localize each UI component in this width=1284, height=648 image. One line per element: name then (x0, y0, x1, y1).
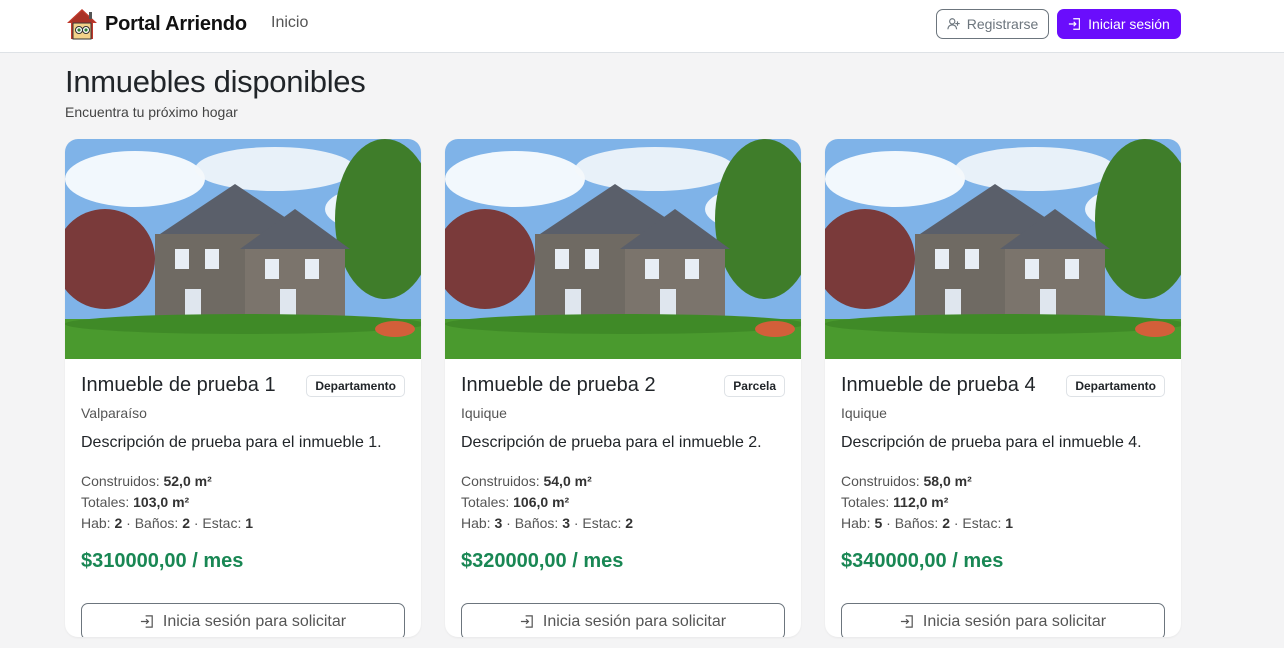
login-label: Iniciar sesión (1088, 16, 1170, 32)
spec-value: 1 (1005, 515, 1014, 531)
property-card: Inmueble de prueba 1 Departamento Valpar… (65, 139, 421, 637)
property-photo (65, 139, 421, 359)
spec-label: Construidos: (81, 473, 164, 489)
spec-construidos: Construidos: 52,0 m² (81, 473, 212, 489)
register-button[interactable]: Registrarse (936, 9, 1049, 39)
property-type-badge: Departamento (306, 375, 405, 397)
nav-link-inicio[interactable]: Inicio (271, 14, 308, 32)
request-button[interactable]: Inicia sesión para solicitar (81, 603, 405, 637)
spec-rooms: Hab: 2 · Baños: 2 · Estac: 1 (81, 515, 253, 531)
spec-construidos: Construidos: 54,0 m² (461, 473, 592, 489)
house-logo-icon (67, 9, 97, 40)
login-icon (1069, 18, 1081, 30)
card-city: Iquique (841, 405, 887, 421)
spec-label: Hab: (461, 515, 495, 531)
spec-value: 58,0 m² (923, 473, 972, 489)
spec-value: 52,0 m² (163, 473, 212, 489)
brand-name: Portal Arriendo (105, 12, 247, 35)
login-icon (520, 615, 533, 628)
spec-totales: Totales: 103,0 m² (81, 494, 189, 510)
navbar: Portal Arriendo Inicio Registrarse Inici… (0, 0, 1284, 53)
spec-value: 3 (562, 515, 570, 531)
spec-label: · Baños: (122, 515, 183, 531)
request-label: Inicia sesión para solicitar (162, 612, 347, 630)
card-price: $340000,00 / mes (841, 550, 1004, 572)
spec-label: Totales: (841, 494, 894, 510)
card-description: Descripción de prueba para el inmueble 1… (81, 434, 382, 451)
property-list: Inmueble de prueba 1 Departamento Valpar… (65, 139, 1181, 637)
spec-value: 1 (245, 515, 254, 531)
spec-value: 54,0 m² (543, 473, 592, 489)
card-description: Descripción de prueba para el inmueble 2… (461, 434, 762, 451)
request-button[interactable]: Inicia sesión para solicitar (461, 603, 785, 637)
spec-label: · Estac: (569, 515, 626, 531)
spec-value: 106,0 m² (513, 494, 570, 510)
brand[interactable]: Portal Arriendo (65, 7, 247, 41)
request-button[interactable]: Inicia sesión para solicitar (841, 603, 1165, 637)
card-city: Valparaíso (81, 405, 147, 421)
spec-label: Totales: (461, 494, 514, 510)
page-subtitle: Encuentra tu próximo hogar (65, 104, 238, 120)
spec-value: 2 (182, 515, 190, 531)
spec-label: · Estac: (189, 515, 246, 531)
property-card: Inmueble de prueba 4 Departamento Iquiqu… (825, 139, 1181, 637)
spec-rooms: Hab: 3 · Baños: 3 · Estac: 2 (461, 515, 633, 531)
register-label: Registrarse (966, 16, 1039, 32)
card-price: $310000,00 / mes (81, 550, 244, 572)
card-price: $320000,00 / mes (461, 550, 624, 572)
spec-value: 2 (942, 515, 950, 531)
property-photo (445, 139, 801, 359)
login-button[interactable]: Iniciar sesión (1057, 9, 1181, 39)
spec-label: · Estac: (949, 515, 1006, 531)
request-label: Inicia sesión para solicitar (542, 612, 727, 630)
request-label: Inicia sesión para solicitar (922, 612, 1107, 630)
spec-value: 2 (625, 515, 634, 531)
spec-label: Hab: (841, 515, 875, 531)
card-city: Iquique (461, 405, 507, 421)
property-card: Inmueble de prueba 2 Parcela Iquique Des… (445, 139, 801, 637)
login-icon (140, 615, 153, 628)
card-title: Inmueble de prueba 4 (841, 374, 1036, 396)
property-type-badge: Parcela (724, 375, 785, 397)
spec-label: · Baños: (882, 515, 943, 531)
spec-label: Construidos: (461, 473, 544, 489)
card-description: Descripción de prueba para el inmueble 4… (841, 434, 1142, 451)
page-title: Inmuebles disponibles (65, 64, 366, 99)
spec-label: Totales: (81, 494, 134, 510)
spec-construidos: Construidos: 58,0 m² (841, 473, 972, 489)
spec-rooms: Hab: 5 · Baños: 2 · Estac: 1 (841, 515, 1013, 531)
spec-totales: Totales: 112,0 m² (841, 494, 948, 510)
card-title: Inmueble de prueba 2 (461, 374, 656, 396)
spec-totales: Totales: 106,0 m² (461, 494, 569, 510)
user-plus-icon (947, 18, 960, 30)
login-icon (900, 615, 913, 628)
spec-label: · Baños: (502, 515, 563, 531)
spec-label: Hab: (81, 515, 115, 531)
spec-value: 112,0 m² (893, 494, 949, 510)
property-type-badge: Departamento (1066, 375, 1165, 397)
card-title: Inmueble de prueba 1 (81, 374, 276, 396)
property-photo (825, 139, 1181, 359)
spec-label: Construidos: (841, 473, 924, 489)
spec-value: 103,0 m² (133, 494, 190, 510)
